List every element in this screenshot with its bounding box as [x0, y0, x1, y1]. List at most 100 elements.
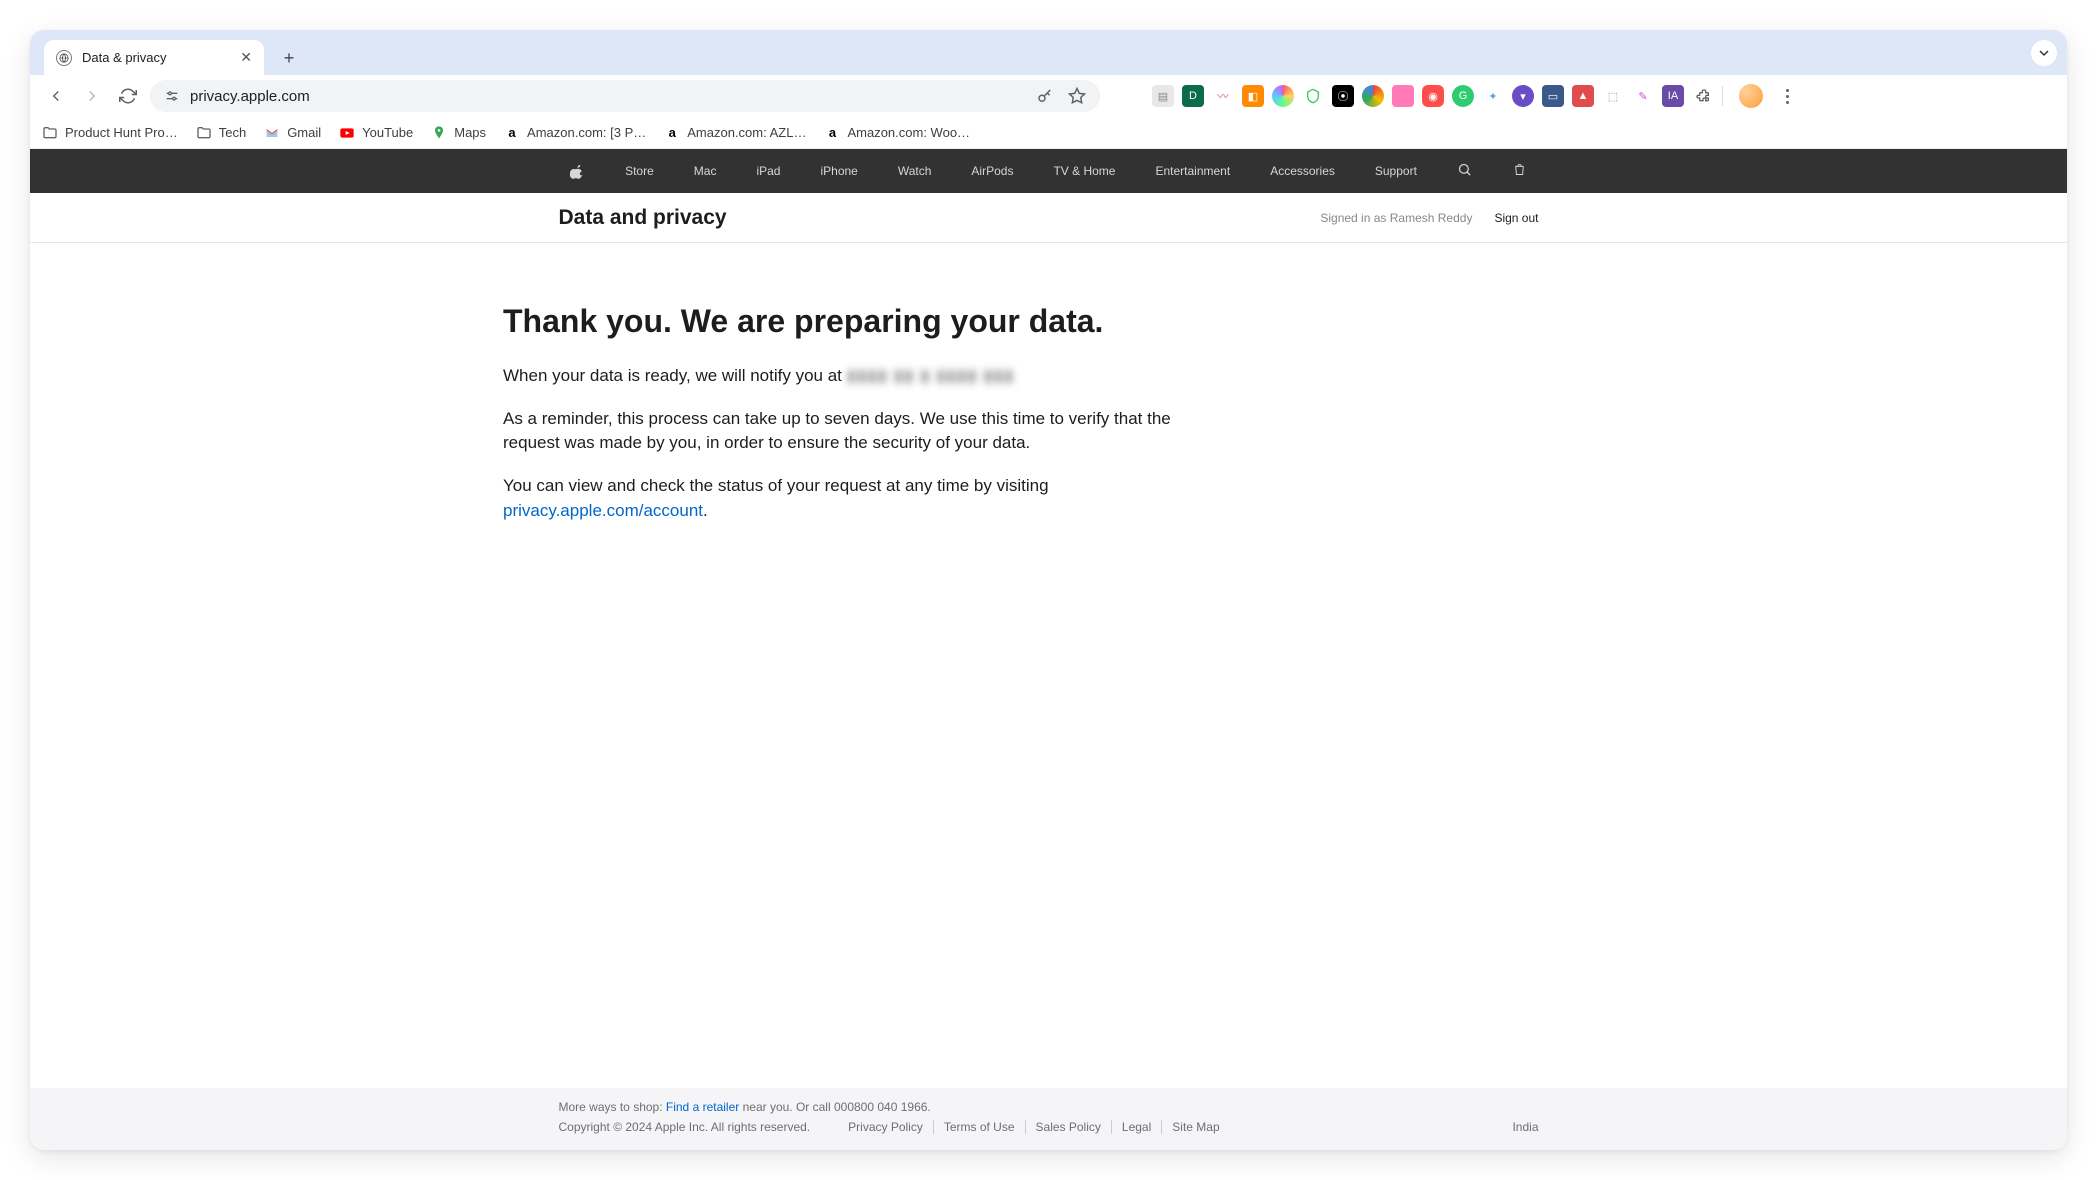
extension-icon[interactable]: [1302, 85, 1324, 107]
status-prefix: You can view and check the status of you…: [503, 476, 1049, 495]
status-suffix: .: [703, 501, 708, 520]
extension-icon[interactable]: ▾: [1512, 85, 1534, 107]
tab-title: Data & privacy: [82, 50, 167, 65]
bookmark-item[interactable]: Gmail: [264, 125, 321, 141]
profile-avatar[interactable]: [1739, 84, 1763, 108]
notify-prefix: When your data is ready, we will notify …: [503, 366, 847, 385]
sign-out-link[interactable]: Sign out: [1494, 211, 1538, 225]
extension-icon[interactable]: ⦿: [1332, 85, 1354, 107]
bag-icon[interactable]: [1512, 162, 1527, 180]
main-content: Thank you. We are preparing your data. W…: [30, 243, 2067, 1088]
extensions-row: ▤ D 〰 ◧ ⦿ ◉ G ✦ ▾ ▭ ▲ ⬚ ✎ IA: [1122, 84, 1799, 108]
amazon-icon: a: [664, 125, 680, 141]
password-key-icon[interactable]: [1036, 87, 1054, 105]
bookmark-label: Product Hunt Pro…: [65, 125, 178, 140]
folder-icon: [42, 125, 58, 141]
amazon-icon: a: [504, 125, 520, 141]
bookmark-label: Amazon.com: [3 P…: [527, 125, 646, 140]
footer-link-sales[interactable]: Sales Policy: [1026, 1120, 1112, 1134]
page-sub-header: Data and privacy Signed in as Ramesh Red…: [30, 193, 2067, 243]
extension-icon[interactable]: ◉: [1422, 85, 1444, 107]
extension-icon[interactable]: D: [1182, 85, 1204, 107]
address-bar[interactable]: privacy.apple.com: [150, 80, 1100, 112]
extension-icon[interactable]: 〰: [1212, 85, 1234, 107]
nav-store[interactable]: Store: [625, 164, 654, 178]
back-button[interactable]: [42, 82, 70, 110]
extension-icon[interactable]: ▤: [1152, 85, 1174, 107]
bookmark-item[interactable]: Maps: [431, 125, 486, 141]
bookmark-label: Gmail: [287, 125, 321, 140]
nav-ipad[interactable]: iPad: [756, 164, 780, 178]
extension-icon[interactable]: [1362, 85, 1384, 107]
nav-iphone[interactable]: iPhone: [820, 164, 857, 178]
site-settings-icon[interactable]: [164, 88, 180, 104]
footer-link-privacy[interactable]: Privacy Policy: [838, 1120, 934, 1134]
bookmark-item[interactable]: Product Hunt Pro…: [42, 125, 178, 141]
extension-icon[interactable]: IA: [1662, 85, 1684, 107]
folder-icon: [196, 125, 212, 141]
footer-link-legal[interactable]: Legal: [1112, 1120, 1162, 1134]
notify-paragraph: When your data is ready, we will notify …: [503, 364, 1183, 389]
reminder-paragraph: As a reminder, this process can take up …: [503, 407, 1183, 456]
footer-link-sitemap[interactable]: Site Map: [1162, 1120, 1229, 1134]
extension-icon[interactable]: ◧: [1242, 85, 1264, 107]
forward-button[interactable]: [78, 82, 106, 110]
extension-icon[interactable]: [1122, 85, 1144, 107]
bookmark-label: Tech: [219, 125, 246, 140]
reload-button[interactable]: [114, 82, 142, 110]
extension-icon[interactable]: ▲: [1572, 85, 1594, 107]
extension-icon[interactable]: ▭: [1542, 85, 1564, 107]
footer-phone: 000800 040 1966.: [834, 1100, 931, 1114]
search-icon[interactable]: [1457, 162, 1472, 180]
bookmark-label: Maps: [454, 125, 486, 140]
browser-toolbar: privacy.apple.com ▤ D 〰 ◧ ⦿ ◉ G ✦: [30, 75, 2067, 117]
apple-logo-icon[interactable]: [570, 164, 585, 179]
youtube-icon: [339, 125, 355, 141]
new-tab-button[interactable]: +: [274, 43, 304, 73]
bookmark-item[interactable]: a Amazon.com: Woo…: [824, 125, 970, 141]
browser-window: Data & privacy ✕ + privacy.apple.com: [30, 30, 2067, 1150]
extension-icon[interactable]: ⬚: [1602, 85, 1624, 107]
extension-icon[interactable]: [1272, 85, 1294, 107]
globe-icon: [56, 50, 72, 66]
find-retailer-link[interactable]: Find a retailer: [666, 1100, 739, 1114]
nav-airpods[interactable]: AirPods: [971, 164, 1013, 178]
extension-icon[interactable]: [1392, 85, 1414, 107]
copyright-text: Copyright © 2024 Apple Inc. All rights r…: [559, 1120, 811, 1134]
nav-entertainment[interactable]: Entertainment: [1155, 164, 1230, 178]
extensions-puzzle-icon[interactable]: [1692, 85, 1714, 107]
nav-tv-home[interactable]: TV & Home: [1053, 164, 1115, 178]
bookmark-item[interactable]: Tech: [196, 125, 246, 141]
footer-shop-mid: near you. Or call: [739, 1100, 834, 1114]
browser-tab[interactable]: Data & privacy ✕: [44, 40, 264, 75]
region-selector[interactable]: India: [1512, 1120, 1538, 1134]
bookmark-item[interactable]: a Amazon.com: AZL…: [664, 125, 806, 141]
tab-strip: Data & privacy ✕ +: [30, 30, 2067, 75]
redacted-email: ▮▮▮▮ ▮▮ ▮ ▮▮▮▮ ▮▮▮: [847, 364, 1015, 389]
browser-menu-button[interactable]: [1775, 89, 1799, 104]
page-content: Store Mac iPad iPhone Watch AirPods TV &…: [30, 149, 2067, 1150]
maps-icon: [431, 125, 447, 141]
footer-shop-prefix: More ways to shop:: [559, 1100, 666, 1114]
bookmark-star-icon[interactable]: [1068, 87, 1086, 105]
bookmark-label: Amazon.com: AZL…: [687, 125, 806, 140]
gmail-icon: [264, 125, 280, 141]
status-link[interactable]: privacy.apple.com/account: [503, 501, 703, 520]
nav-accessories[interactable]: Accessories: [1270, 164, 1335, 178]
tabs-dropdown-button[interactable]: [2031, 40, 2057, 66]
bookmark-item[interactable]: YouTube: [339, 125, 413, 141]
page-footer: More ways to shop: Find a retailer near …: [30, 1088, 2067, 1150]
footer-shop-line: More ways to shop: Find a retailer near …: [559, 1100, 1539, 1114]
bookmark-label: Amazon.com: Woo…: [847, 125, 970, 140]
footer-links: Privacy Policy Terms of Use Sales Policy…: [838, 1120, 1229, 1134]
close-tab-icon[interactable]: ✕: [240, 49, 252, 66]
extension-icon[interactable]: ✦: [1482, 85, 1504, 107]
footer-link-terms[interactable]: Terms of Use: [934, 1120, 1026, 1134]
nav-mac[interactable]: Mac: [694, 164, 717, 178]
extension-icon[interactable]: ✎: [1632, 85, 1654, 107]
nav-support[interactable]: Support: [1375, 164, 1417, 178]
extension-icon[interactable]: G: [1452, 85, 1474, 107]
nav-watch[interactable]: Watch: [898, 164, 932, 178]
signed-in-label: Signed in as Ramesh Reddy: [1320, 211, 1472, 225]
bookmark-item[interactable]: a Amazon.com: [3 P…: [504, 125, 646, 141]
